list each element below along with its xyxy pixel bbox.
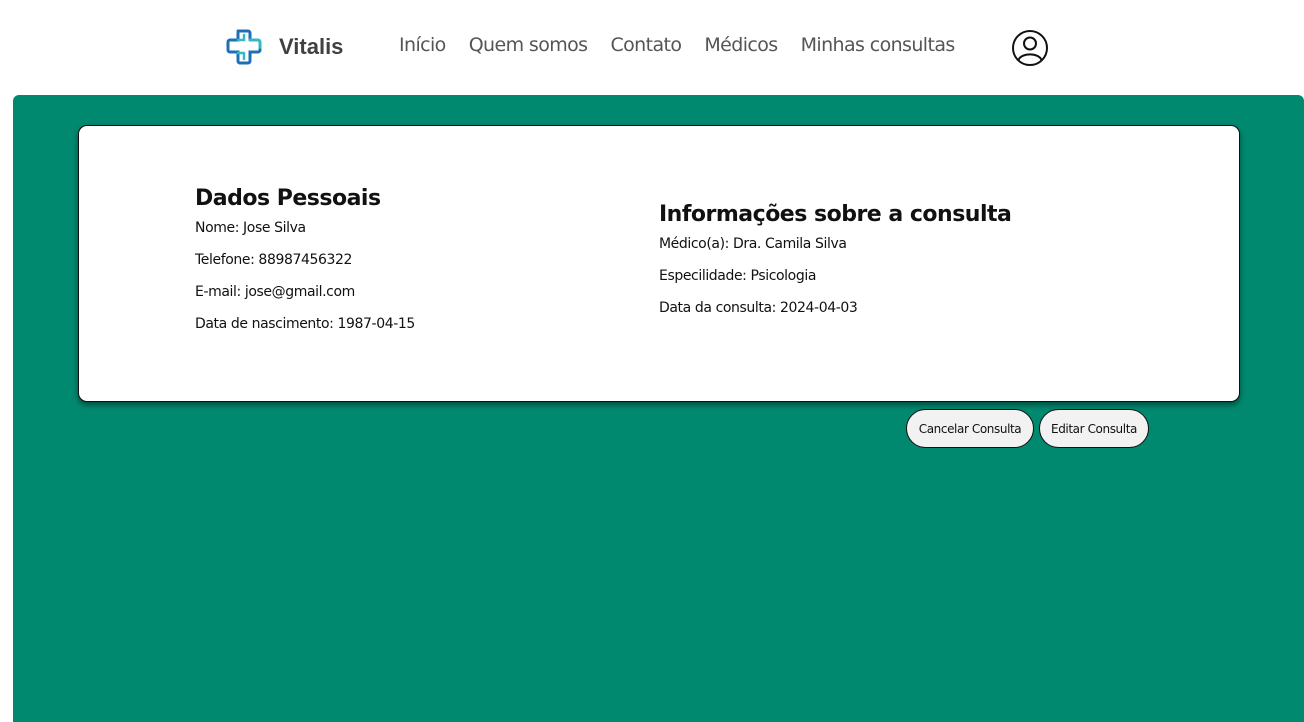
appointment-actions: Cancelar Consulta Editar Consulta: [906, 409, 1154, 448]
personal-name: Nome: Jose Silva: [195, 220, 306, 236]
nav-link-inicio[interactable]: Início: [399, 34, 446, 56]
brand-name: Vitalis: [279, 34, 344, 59]
main-content: Dados Pessoais Nome: Jose Silva Telefone…: [13, 95, 1304, 722]
consultation-doctor: Médico(a): Dra. Camila Silva: [659, 236, 847, 252]
consultation-info-section: Informações sobre a consulta Médico(a): …: [659, 202, 1012, 331]
consultation-info-title: Informações sobre a consulta: [659, 202, 1012, 227]
edit-appointment-button[interactable]: Editar Consulta: [1039, 409, 1149, 448]
personal-birthdate: Data de nascimento: 1987-04-15: [195, 316, 415, 332]
consultation-date: Data da consulta: 2024-04-03: [659, 300, 858, 316]
nav-links: Início Quem somos Contato Médicos Minhas…: [399, 34, 978, 56]
top-navbar: Vitalis Início Quem somos Contato Médico…: [0, 0, 1304, 95]
personal-data-title: Dados Pessoais: [195, 186, 381, 211]
personal-email: E-mail: jose@gmail.com: [195, 284, 355, 300]
cancel-appointment-button[interactable]: Cancelar Consulta: [906, 409, 1034, 448]
brand[interactable]: Vitalis: [224, 26, 343, 68]
user-profile-icon[interactable]: [1011, 29, 1049, 67]
medical-cross-icon: [226, 29, 262, 65]
appointment-card: Dados Pessoais Nome: Jose Silva Telefone…: [78, 125, 1240, 402]
nav-link-minhas-consultas[interactable]: Minhas consultas: [801, 34, 956, 56]
personal-phone: Telefone: 88987456322: [195, 252, 353, 268]
nav-link-contato[interactable]: Contato: [610, 34, 682, 56]
consultation-specialty: Especilidade: Psicologia: [659, 268, 816, 284]
nav-link-medicos[interactable]: Médicos: [704, 34, 778, 56]
personal-data-section: Dados Pessoais Nome: Jose Silva Telefone…: [195, 186, 415, 347]
nav-link-quem-somos[interactable]: Quem somos: [469, 34, 588, 56]
